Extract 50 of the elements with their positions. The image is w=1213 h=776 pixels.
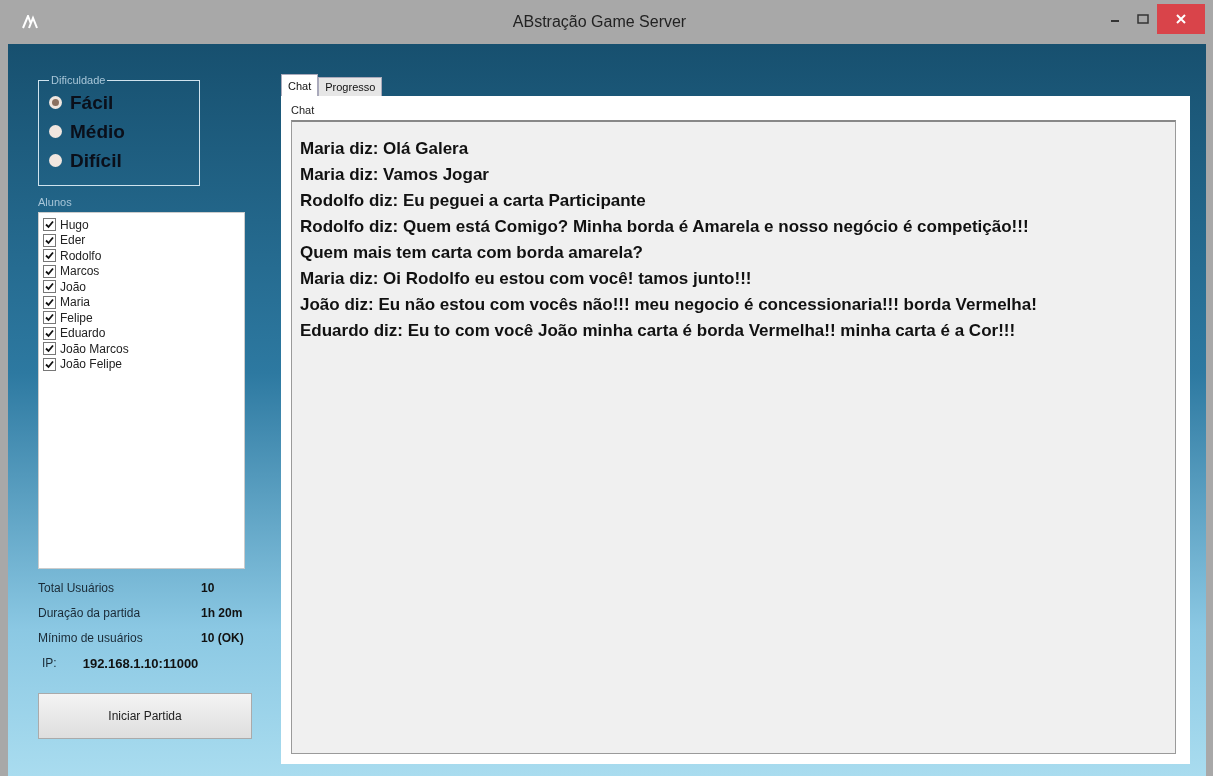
stat-value: 10 (OK) (201, 631, 245, 645)
stat-label: Total Usuários (38, 581, 116, 595)
maximize-icon (1137, 14, 1149, 24)
list-label: Alunos (38, 196, 73, 208)
stat-value: 1h 20m (201, 606, 244, 620)
chat-message: Quem mais tem carta com borda amarela? (300, 242, 644, 264)
tab[interactable]: Progresso (318, 77, 383, 96)
checkbox[interactable] (43, 311, 56, 325)
window-title: ABstração Game Server (511, 13, 688, 31)
chat-label: Chat (291, 104, 316, 116)
start-match-button[interactable]: Iniciar Partida (38, 693, 252, 739)
student-name[interactable]: João (60, 279, 87, 294)
chat-message: João diz: Eu não estou com vocês não!!! meu negocio é concessionaria!!! borda Vermelha! (300, 294, 1038, 316)
checkbox[interactable] (43, 342, 56, 356)
stat-label: Mínimo de usuários (38, 631, 144, 645)
student-name[interactable]: João Felipe (60, 357, 123, 372)
student-name[interactable]: Maria (60, 295, 90, 310)
chat-message: Maria diz: Vamos Jogar (300, 164, 490, 186)
chat-message: Rodolfo diz: Eu peguei a carta Participante (300, 190, 647, 212)
tab[interactable]: Chat (281, 74, 319, 96)
radio-button[interactable] (49, 96, 62, 109)
student-name[interactable]: Felipe (60, 310, 93, 325)
radio-button[interactable] (49, 154, 62, 167)
radio-button[interactable] (49, 125, 62, 138)
student-name[interactable]: Marcos (60, 264, 100, 279)
checkbox[interactable] (43, 249, 56, 263)
ip-address: 192.168.1.10:11000 (82, 656, 199, 671)
group-label: Dificuldade (50, 74, 107, 86)
chat-message: Maria diz: Oi Rodolfo eu estou com você! tamos junto!!! (300, 268, 753, 290)
chat-message: Eduardo diz: Eu to com você João minha carta é borda Vermelha!! minha carta é a Cor!!! (300, 320, 1017, 342)
checkbox[interactable] (43, 326, 56, 340)
checkbox[interactable] (43, 264, 56, 278)
student-name[interactable]: Eduardo (60, 326, 106, 341)
close-button[interactable] (1157, 4, 1205, 34)
stat-value: 10 (201, 581, 216, 595)
ip-label: IP: (42, 656, 57, 671)
student-name[interactable]: Hugo (60, 217, 89, 232)
student-name[interactable]: Rodolfo (60, 248, 102, 263)
stat-label: Duração da partida (38, 606, 142, 620)
checkbox[interactable] (43, 295, 56, 309)
checkbox[interactable] (43, 280, 56, 294)
close-icon (1176, 14, 1186, 24)
student-name[interactable]: Eder (60, 233, 86, 248)
chat-message: Maria diz: Olá Galera (300, 138, 470, 160)
chat-message: Rodolfo diz: Quem está Comigo? Minha borda é Amarela e nosso negócio é competição!!! (300, 216, 1030, 238)
checkbox[interactable] (43, 233, 56, 247)
student-name[interactable]: João Marcos (60, 341, 129, 356)
checkbox[interactable] (43, 357, 56, 371)
app-logo-icon (22, 15, 38, 29)
checkbox[interactable] (43, 218, 56, 232)
